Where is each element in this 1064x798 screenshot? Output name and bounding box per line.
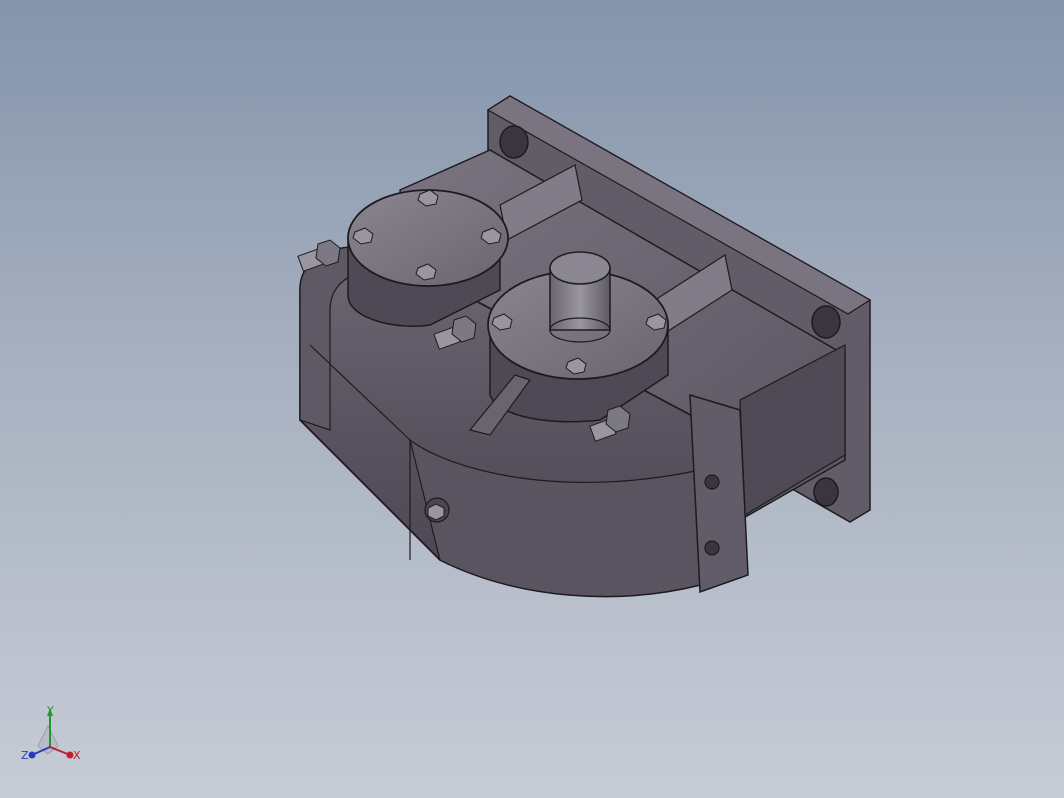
flange-bolt-hole — [813, 477, 839, 507]
flange-bolt-hole — [499, 125, 529, 159]
x-axis-label: X — [73, 749, 81, 762]
coordinate-triad[interactable]: Y X Z — [18, 704, 88, 770]
graphics-viewport[interactable]: Y X Z — [0, 0, 1064, 798]
z-axis-end — [28, 751, 36, 759]
cover-bolt-hole — [704, 540, 720, 556]
output-shaft[interactable] — [549, 251, 611, 343]
z-axis-label: Z — [21, 749, 29, 762]
flange-bolt-hole — [811, 305, 841, 339]
y-axis-label: Y — [47, 704, 54, 717]
gearbox-model[interactable] — [0, 0, 1064, 798]
drain-plug — [424, 497, 450, 523]
cover-bolt-hole — [704, 474, 720, 490]
end-cover-plate[interactable] — [689, 393, 749, 594]
